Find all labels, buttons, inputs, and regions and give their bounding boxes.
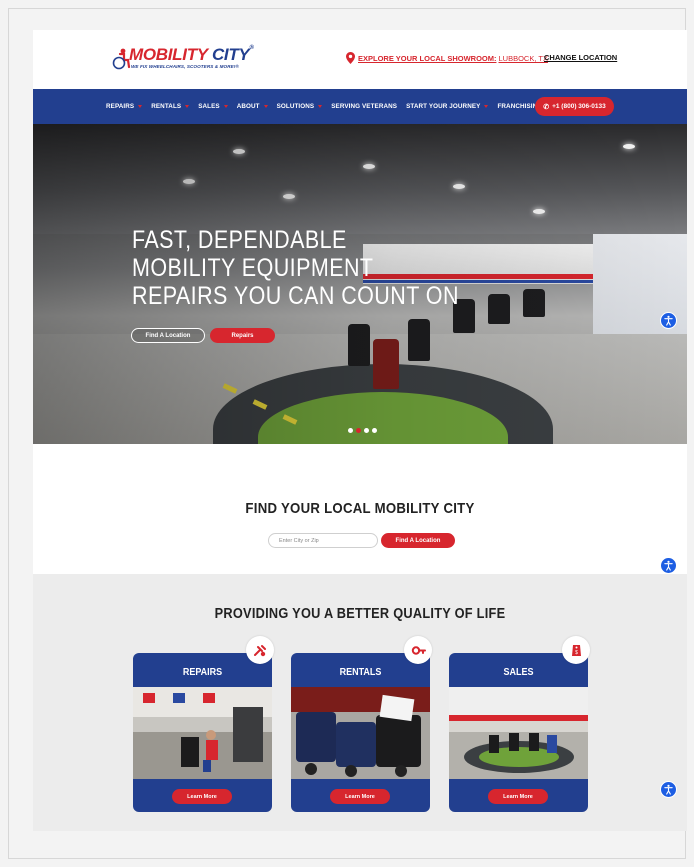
browser-frame: MOBILITY CITY® WE FIX WHEELCHAIRS, SCOOT… [8,8,687,859]
chevron-down-icon [223,105,228,108]
card-rentals[interactable]: RENTALS Learn More [291,636,432,812]
quality-section: PROVIDING YOU A BETTER QUALITY OF LIFE R… [33,574,687,831]
card-title: RENTALS [339,667,382,678]
svg-text:$: $ [575,650,578,656]
card-title: SALES [503,667,534,678]
chevron-down-icon [263,105,268,108]
price-tag-icon: $ [562,636,590,664]
change-location-link[interactable]: CHANGE LOCATION [544,53,617,62]
accessibility-icon[interactable] [660,312,677,329]
nav-item-rentals[interactable]: RENTALS [151,103,190,110]
card-photo-rentals [291,687,430,779]
accessibility-person-icon [664,560,673,571]
chevron-down-icon [484,105,489,108]
find-location-button[interactable]: Find A Location [131,328,205,343]
wheelchair-logo-icon [112,48,131,70]
quality-title: PROVIDING YOU A BETTER QUALITY OF LIFE [214,606,506,622]
chevron-down-icon [138,105,143,108]
card-title: REPAIRS [182,667,223,678]
page: MOBILITY CITY® WE FIX WHEELCHAIRS, SCOOT… [33,30,687,831]
card-photo-repairs [133,687,272,779]
map-pin-icon [346,52,355,64]
carousel-dots [348,428,380,433]
logo[interactable]: MOBILITY CITY® WE FIX WHEELCHAIRS, SCOOT… [111,45,261,77]
nav-item-solutions[interactable]: SOLUTIONS [277,103,323,110]
main-nav: REPAIRS RENTALS SALES ABOUT SOLUTIONS SE… [33,89,687,124]
accessibility-person-icon [664,315,673,326]
chevron-down-icon [185,105,190,108]
logo-wordmark: MOBILITY CITY® [129,45,254,64]
card-sales[interactable]: $ SALES Learn More [449,636,590,812]
phone-icon: ✆ [543,103,550,111]
card-photo-sales [449,687,588,779]
nav-items: REPAIRS RENTALS SALES ABOUT SOLUTIONS SE… [106,89,551,124]
card-repairs[interactable]: REPAIRS Learn More [133,636,274,812]
city-zip-input[interactable]: Enter City or Zip [268,533,378,548]
key-icon [404,636,432,664]
carousel-dot[interactable] [372,428,377,433]
showroom-label: EXPLORE YOUR LOCAL SHOWROOM: [358,53,497,63]
learn-more-button[interactable]: Learn More [488,789,548,804]
nav-item-repairs[interactable]: REPAIRS [106,103,143,110]
nav-item-start-your-journey[interactable]: START YOUR JOURNEY [406,103,489,110]
hero-banner: FAST, DEPENDABLE MOBILITY EQUIPMENT REPA… [33,124,687,444]
find-title: FIND YOUR LOCAL MOBILITY CITY [245,500,475,517]
showroom-link[interactable]: EXPLORE YOUR LOCAL SHOWROOM: LUBBOCK, TX [346,52,548,64]
learn-more-button[interactable]: Learn More [172,789,232,804]
carousel-dot[interactable] [364,428,369,433]
showroom-city: LUBBOCK, TX [498,53,548,63]
find-location-section: FIND YOUR LOCAL MOBILITY CITY Enter City… [33,444,687,574]
top-bar: MOBILITY CITY® WE FIX WHEELCHAIRS, SCOOT… [33,30,687,89]
nav-item-about[interactable]: ABOUT [237,103,268,110]
chevron-down-icon [318,105,323,108]
find-location-submit[interactable]: Find A Location [381,533,455,548]
carousel-dot[interactable] [348,428,353,433]
accessibility-icon[interactable] [660,557,677,574]
accessibility-person-icon [664,784,673,795]
nav-item-serving-veterans[interactable]: SERVING VETERANS [331,103,397,110]
nav-item-sales[interactable]: SALES [198,103,228,110]
hero-title: FAST, DEPENDABLE MOBILITY EQUIPMENT REPA… [132,226,459,310]
carousel-dot[interactable] [356,428,361,433]
repairs-button[interactable]: Repairs [210,328,275,343]
learn-more-button[interactable]: Learn More [330,789,390,804]
phone-button[interactable]: ✆ +1 (800) 306-0133 [535,97,614,116]
accessibility-icon[interactable] [660,781,677,798]
repair-tools-icon [246,636,274,664]
logo-tagline: WE FIX WHEELCHAIRS, SCOOTERS & MORE!® [131,64,239,69]
